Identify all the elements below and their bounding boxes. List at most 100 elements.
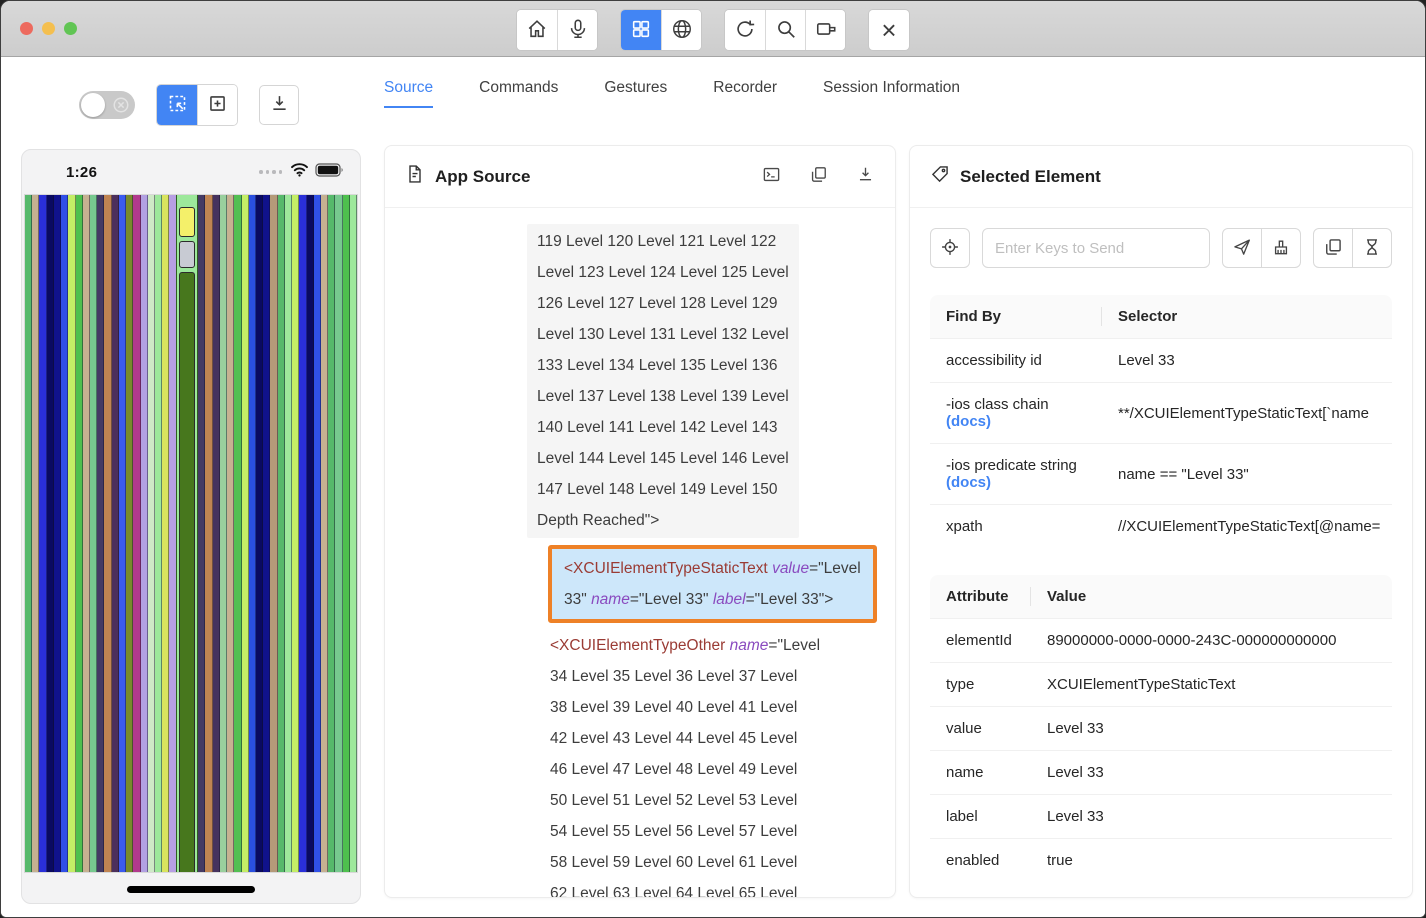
color-stripe [292,195,299,872]
globe-icon [671,18,693,43]
terminal-icon[interactable] [762,165,781,189]
attribute-name-cell: type [930,663,1031,706]
swipe-coordinates-button[interactable] [197,85,237,125]
source-xml-line: 58 Level 59 Level 60 Level 61 Level [550,847,820,878]
color-stripe [263,195,270,872]
download-icon [269,93,290,117]
window-controls [20,22,77,35]
download-screenshot-button[interactable] [259,85,299,125]
color-stripe [104,195,111,872]
copy-wait-group [1313,228,1392,268]
app-source-panel: App Source 119 Level 120 Level 121 Level… [384,145,896,898]
pointer-mode-group [156,84,238,126]
search-button[interactable] [765,10,805,50]
web-view-button[interactable] [661,10,701,50]
find-by-cell: -ios class chain(docs) [930,383,1102,443]
search-icon [775,18,797,43]
docs-link[interactable]: (docs) [946,413,1086,430]
find-by-cell: -ios predicate string(docs) [930,444,1102,504]
source-xml-line: 54 Level 55 Level 56 Level 57 Level [550,816,820,847]
close-icon: × [881,17,896,43]
select-elements-button[interactable] [157,85,197,125]
attribute-value-cell: Level 33 [1031,795,1392,838]
screenshot-interaction-toggle[interactable] [79,91,135,119]
inspector-tabs: Source Commands Gestures Recorder Session In… [384,79,960,108]
attribute-name-cell: enabled [930,839,1031,882]
tag-icon [930,164,950,189]
selected-element-title: Selected Element [960,167,1101,187]
screen-record-button[interactable] [805,10,845,50]
home-button[interactable] [517,10,557,50]
source-xml-line: 33" name="Level 33" label="Level 33"> [564,584,861,615]
source-text-line: Level 137 Level 138 Level 139 Level [537,381,789,412]
tab-gestures[interactable]: Gestures [604,79,667,108]
color-stripe [242,195,249,872]
voice-command-button[interactable] [557,10,597,50]
battery-icon [315,163,344,182]
send-keys-button[interactable] [1222,228,1262,268]
tab-recorder[interactable]: Recorder [713,79,777,108]
color-stripe [335,195,342,872]
find-by-row: xpath//XCUIElementTypeStaticText[@name= [930,504,1392,548]
content-area: 1:26 Source Commands Gestures Recorder Sessi… [1,58,1425,917]
zoom-window-button[interactable] [64,22,77,35]
quit-session-button[interactable]: × [869,10,909,50]
element-actions [930,228,1392,268]
cellular-signal-icon [259,170,282,174]
color-stripe [141,195,148,872]
send-keys-input[interactable] [982,228,1210,268]
color-stripe [314,195,321,872]
attribute-name-cell: name [930,751,1031,794]
copy-icon[interactable] [809,165,828,189]
gray-block [179,241,195,268]
color-stripe [343,195,350,872]
color-stripe [112,195,119,872]
quit-group: × [868,9,910,51]
color-stripe [47,195,54,872]
close-window-button[interactable] [20,22,33,35]
native-view-button[interactable] [621,10,661,50]
locate-element-button[interactable] [930,228,970,268]
attribute-value-cell: 89000000-0000-0000-243C-000000000000 [1031,619,1392,662]
copy-attributes-button[interactable] [1313,228,1353,268]
screen-record-icon [815,18,837,43]
clear-keys-button[interactable] [1261,228,1301,268]
attribute-header-cell: Attribute [930,575,1031,618]
titlebar: × [1,1,1425,57]
source-text-line: 119 Level 120 Level 121 Level 122 [537,226,789,257]
selector-cell: //XCUIElementTypeStaticText[@name= [1102,505,1392,548]
find-by-table-header: Find By Selector [930,295,1392,338]
color-stripe [299,195,306,872]
selected-source-node[interactable]: <XCUIElementTypeStaticText value="Level3… [548,545,877,623]
source-text-line: Level 123 Level 124 Level 125 Level [537,257,789,288]
app-source-header: App Source [385,146,895,208]
color-stripe [32,195,39,872]
app-source-title: App Source [435,167,530,187]
color-stripe [90,195,97,872]
grid-icon [630,18,652,43]
attribute-name-cell: value [930,707,1031,750]
color-stripe [227,195,234,872]
docs-link[interactable]: (docs) [946,474,1086,491]
send-icon [1232,237,1252,260]
wait-for-element-button[interactable] [1352,228,1392,268]
color-stripe [68,195,75,872]
download-source-icon[interactable] [856,165,875,189]
refresh-button[interactable] [725,10,765,50]
yellow-block [179,207,195,237]
tab-session-information[interactable]: Session Information [823,79,960,108]
find-by-header-cell: Find By [930,295,1102,338]
tab-commands[interactable]: Commands [479,79,558,108]
attributes-table-header: Attribute Value [930,575,1392,618]
toggle-knob [81,93,105,117]
copy-icon [1323,237,1343,260]
device-screenshot-frame: 1:26 [21,149,361,904]
sibling-source-node[interactable]: <XCUIElementTypeOther name="Level34 Leve… [550,630,820,898]
attribute-value-cell: XCUIElementTypeStaticText [1031,663,1392,706]
tab-source[interactable]: Source [384,79,433,108]
minimize-window-button[interactable] [42,22,55,35]
home-indicator [127,886,255,893]
source-xml-line: 42 Level 43 Level 44 Level 45 Level [550,723,820,754]
view-mode-group [620,9,702,51]
device-screen-region[interactable] [24,194,358,873]
